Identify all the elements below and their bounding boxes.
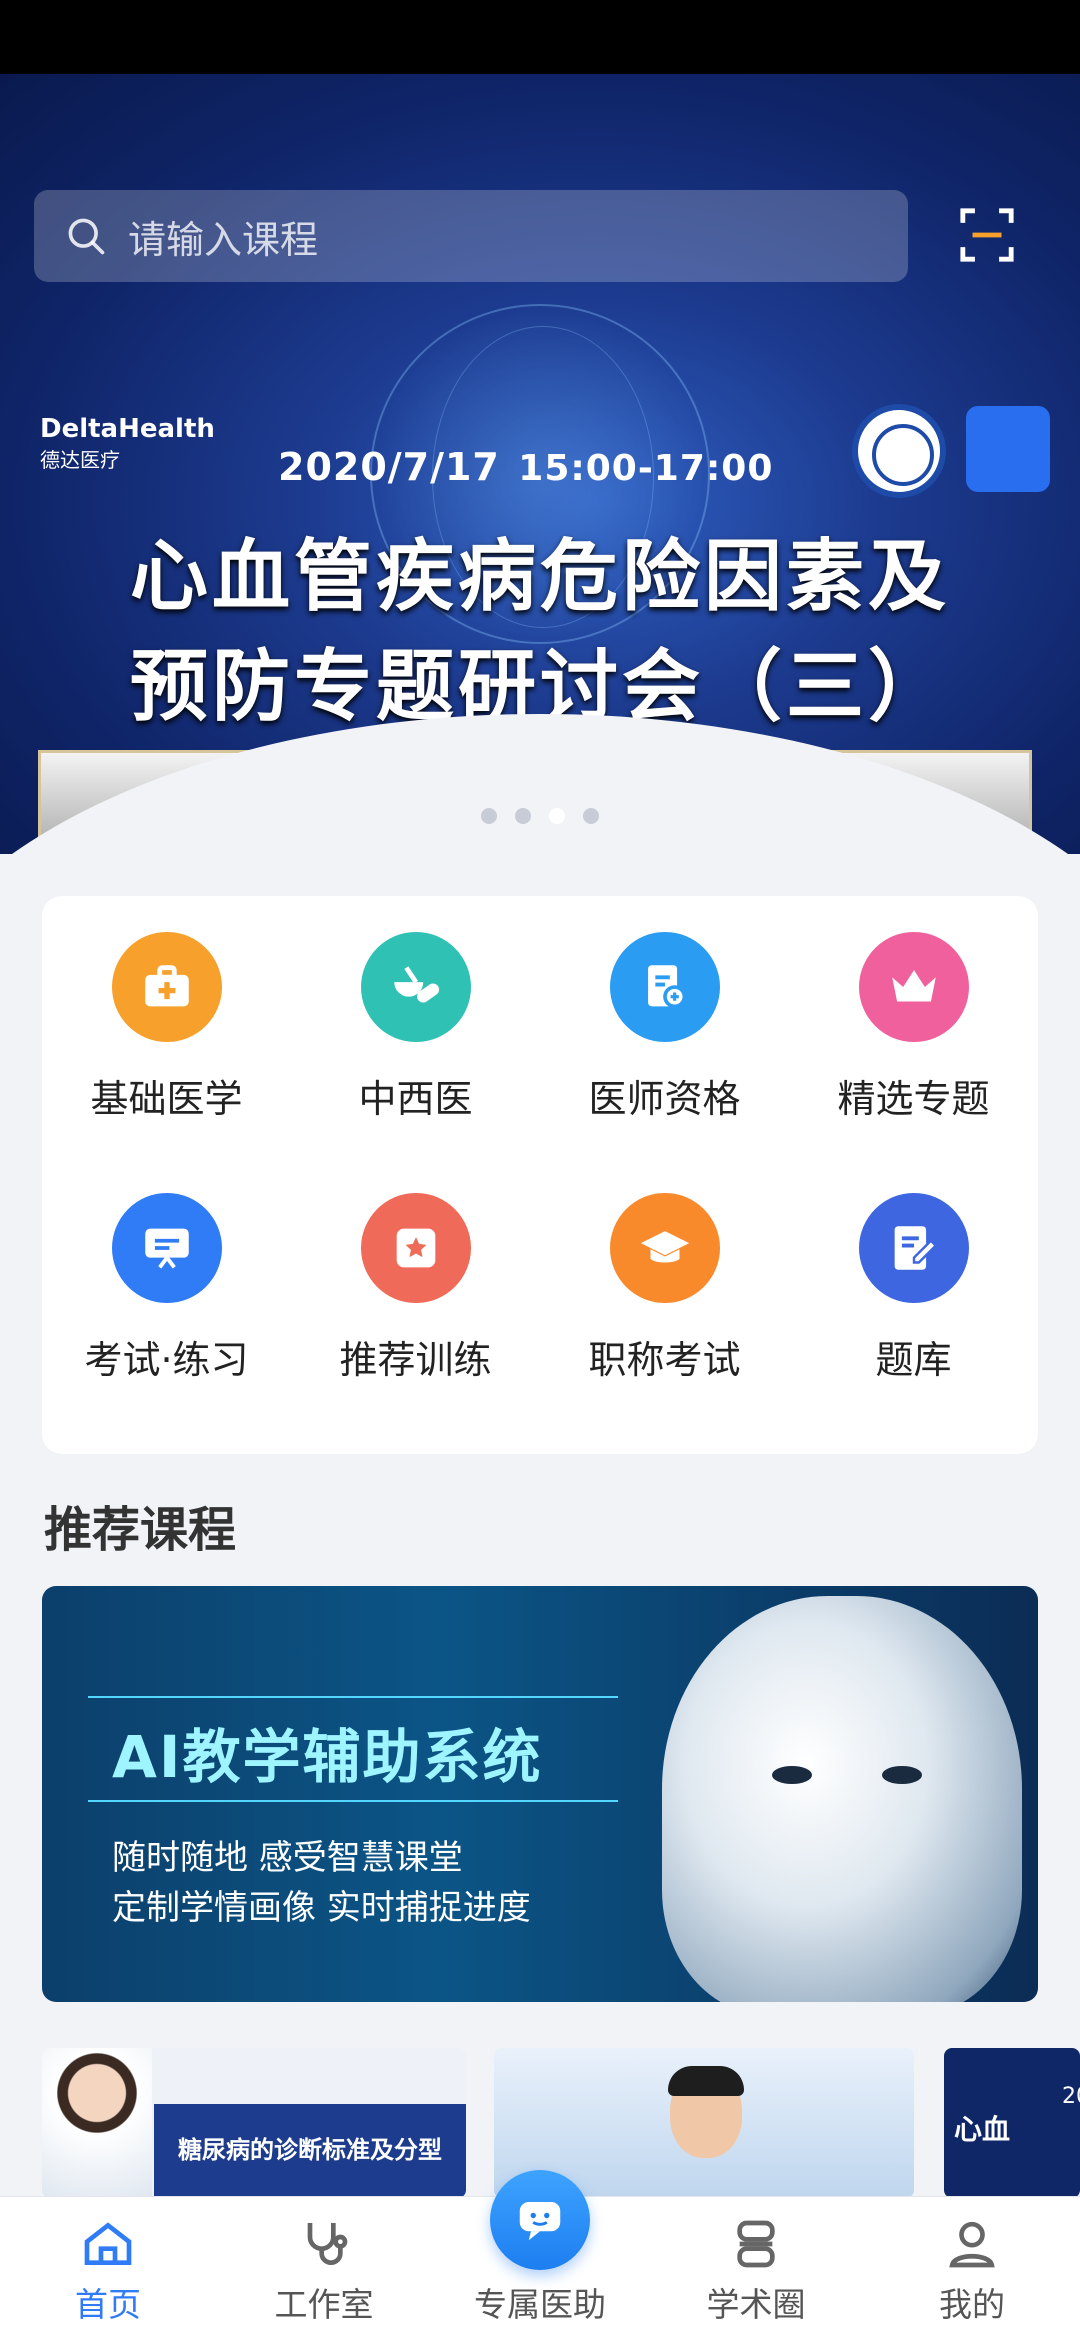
certificate-icon (609, 932, 720, 1042)
search-input[interactable]: 请输入课程 (34, 190, 908, 282)
course-title: 心血 (954, 2113, 1011, 2146)
academic-circle-icon (737, 2220, 775, 2268)
menu-item-recommended-training[interactable]: 推荐训练 (291, 1193, 540, 1454)
doctor-avatar-thumbnail (42, 2048, 152, 2198)
pager-dot[interactable] (583, 808, 599, 824)
menu-label: 职称考试 (588, 1338, 741, 1382)
ai-banner-line1: 随时随地 感受智慧课堂 (112, 1838, 463, 1878)
course-card[interactable]: 糖尿病的诊断标准及分型 (42, 2048, 466, 2198)
tab-label: 我的 (939, 2285, 1005, 2324)
menu-label: 考试·练习 (84, 1338, 249, 1382)
tab-label: 专属医助 (474, 2285, 606, 2324)
edit-doc-icon (858, 1193, 969, 1303)
banner-title-line1: 心血管疾病危险因素及 (129, 532, 950, 622)
menu-item-chinese-western[interactable]: 中西医 (291, 932, 540, 1193)
menu-label: 题库 (875, 1338, 952, 1382)
lecturer-photo-hair (668, 2066, 744, 2096)
tab-label: 学术圈 (706, 2285, 806, 2324)
course-title: 糖尿病的诊断标准及分型 (154, 2104, 466, 2198)
crown-icon (858, 932, 969, 1042)
ai-banner-title: AI教学辅助系统 (112, 1723, 543, 1791)
pager-dot[interactable] (481, 808, 497, 824)
banner-logo: DeltaHealth 德达医疗 (40, 414, 215, 472)
menu-item-featured-topics[interactable]: 精选专题 (789, 932, 1038, 1193)
search-placeholder: 请输入课程 (128, 217, 319, 262)
decor-line (88, 1696, 618, 1698)
graduation-cap-icon (609, 1193, 720, 1303)
menu-label: 精选专题 (837, 1077, 990, 1121)
tab-home[interactable]: 首页 (0, 2197, 216, 2340)
pager-dot-active[interactable] (549, 808, 565, 824)
user-icon (949, 2221, 995, 2268)
menu-label: 中西医 (358, 1077, 473, 1121)
decor-line (88, 1800, 618, 1802)
menu-item-physician-qualification[interactable]: 医师资格 (540, 932, 789, 1193)
menu-label: 基础医学 (90, 1077, 243, 1121)
robot-eye (882, 1766, 922, 1784)
banner-dancer-logo (966, 406, 1050, 492)
assistant-fab-button[interactable] (490, 2170, 590, 2270)
stethoscope-icon (307, 2223, 348, 2265)
menu-item-question-bank[interactable]: 题库 (789, 1193, 1038, 1454)
search-icon (68, 218, 105, 255)
section-title: 推荐课程 (44, 1502, 237, 1558)
menu-item-title-exam[interactable]: 职称考试 (540, 1193, 789, 1454)
menu-label: 推荐训练 (339, 1338, 492, 1382)
home-icon (84, 2222, 132, 2265)
pager-dot[interactable] (515, 808, 531, 824)
course-date: 20 (1062, 2084, 1080, 2109)
menu-label: 医师资格 (588, 1077, 741, 1121)
course-card[interactable]: 20 心血 (944, 2048, 1080, 2198)
banner-title-line2: 预防专题研讨会（三） (129, 642, 950, 732)
status-bar (0, 0, 1080, 74)
tab-label: 工作室 (274, 2285, 374, 2324)
tab-academic[interactable]: 学术圈 (648, 2197, 864, 2340)
tab-studio[interactable]: 工作室 (216, 2197, 432, 2340)
banner-pager (0, 808, 1080, 828)
tab-profile[interactable]: 我的 (864, 2197, 1080, 2340)
banner-org-seal (852, 404, 946, 498)
category-menu: 基础医学 中西医 医师资格 精选专题 考试·练习 推荐训练 职称考试 题库 (42, 896, 1038, 1454)
tab-label: 首页 (75, 2285, 141, 2324)
menu-item-exam-practice[interactable]: 考试·练习 (42, 1193, 291, 1454)
banner-date: 2020/7/17 15:00-17:00 (278, 445, 774, 489)
star-card-icon (360, 1193, 471, 1303)
robot-eye (772, 1766, 812, 1784)
ai-banner-line2: 定制学情画像 实时捕捉进度 (112, 1888, 531, 1928)
ai-teaching-banner[interactable]: AI教学辅助系统 随时随地 感受智慧课堂 定制学情画像 实时捕捉进度 (42, 1586, 1038, 2002)
robot-illustration (662, 1596, 1022, 2002)
presentation-icon (111, 1193, 222, 1303)
menu-item-basic-medicine[interactable]: 基础医学 (42, 932, 291, 1193)
chat-assistant-icon (519, 2202, 561, 2241)
scan-icon[interactable] (958, 206, 1016, 264)
herb-mortar-icon (360, 932, 471, 1042)
medical-kit-icon (111, 932, 222, 1042)
